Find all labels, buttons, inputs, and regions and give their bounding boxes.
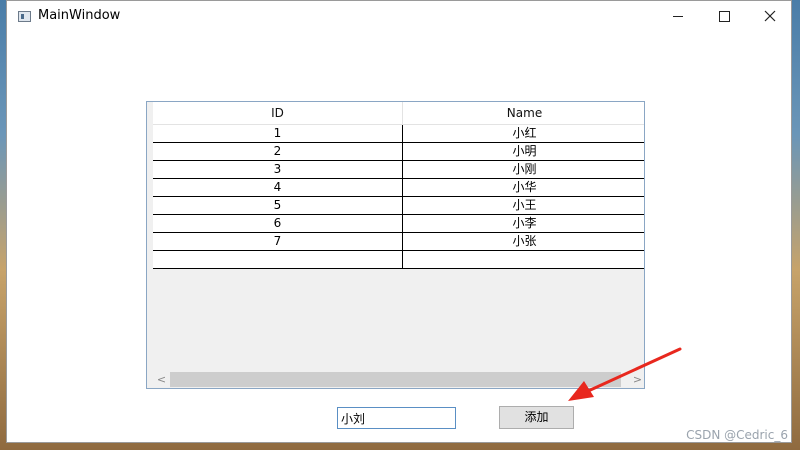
- scrollbar-thumb[interactable]: [170, 372, 621, 387]
- watermark: CSDN @Cedric_6: [686, 428, 788, 442]
- cell-id[interactable]: 1: [153, 125, 403, 142]
- cell-name[interactable]: 小王: [403, 197, 644, 214]
- maximize-button[interactable]: [701, 1, 747, 31]
- name-input[interactable]: [337, 407, 456, 429]
- cell-id[interactable]: 4: [153, 179, 403, 196]
- grid-header: ID Name: [153, 102, 644, 125]
- minimize-icon: [673, 15, 683, 17]
- grid-body: 1 小红 2 小明 3 小刚 4 小华 5 小王 6 小李 7 小张: [153, 125, 644, 269]
- column-header-name[interactable]: Name: [403, 102, 644, 124]
- table-row[interactable]: 2 小明: [153, 142, 644, 160]
- table-row[interactable]: 6 小李: [153, 214, 644, 232]
- cell-id[interactable]: 2: [153, 143, 403, 160]
- red-arrow-annotation-icon: [568, 347, 682, 401]
- new-item-row[interactable]: [153, 250, 644, 269]
- table-row[interactable]: 1 小红: [153, 125, 644, 142]
- cell-name[interactable]: [403, 251, 644, 268]
- table-row[interactable]: 4 小华: [153, 178, 644, 196]
- app-window-icon: [18, 11, 31, 22]
- add-button[interactable]: 添加: [499, 406, 574, 429]
- title-bar[interactable]: MainWindow: [7, 1, 791, 32]
- cell-id[interactable]: [153, 251, 403, 268]
- cell-name[interactable]: 小刚: [403, 161, 644, 178]
- minimize-button[interactable]: [655, 1, 701, 31]
- table-row[interactable]: 5 小王: [153, 196, 644, 214]
- cell-name[interactable]: 小红: [403, 125, 644, 142]
- close-icon: [764, 10, 776, 22]
- scroll-left-icon[interactable]: <: [153, 371, 170, 388]
- column-header-id[interactable]: ID: [153, 102, 403, 124]
- close-button[interactable]: [747, 1, 793, 31]
- cell-name[interactable]: 小明: [403, 143, 644, 160]
- cell-id[interactable]: 6: [153, 215, 403, 232]
- cell-name[interactable]: 小李: [403, 215, 644, 232]
- cell-id[interactable]: 3: [153, 161, 403, 178]
- table-row[interactable]: 7 小张: [153, 232, 644, 250]
- cell-id[interactable]: 5: [153, 197, 403, 214]
- cell-id[interactable]: 7: [153, 233, 403, 250]
- cell-name[interactable]: 小张: [403, 233, 644, 250]
- table-row[interactable]: 3 小刚: [153, 160, 644, 178]
- maximize-icon: [718, 10, 730, 22]
- window-title: MainWindow: [38, 8, 121, 23]
- cell-name[interactable]: 小华: [403, 179, 644, 196]
